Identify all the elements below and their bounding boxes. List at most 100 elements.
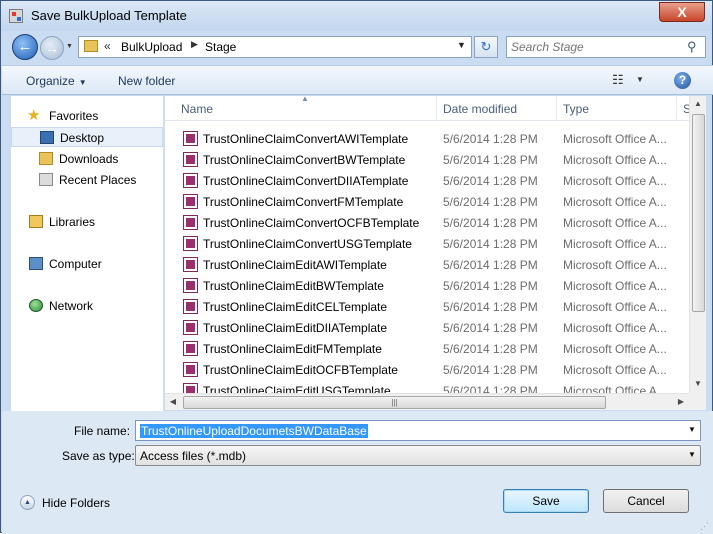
file-row[interactable]: TrustOnlineClaimConvertOCFBTemplate 5/6/… xyxy=(165,212,689,233)
access-file-icon xyxy=(183,278,198,293)
file-row[interactable]: TrustOnlineClaimConvertAWITemplate 5/6/2… xyxy=(165,128,689,149)
file-type: Microsoft Office A... xyxy=(563,363,667,377)
file-name: TrustOnlineClaimEditBWTemplate xyxy=(203,279,384,293)
file-name: TrustOnlineClaimConvertAWITemplate xyxy=(203,132,409,146)
file-row[interactable]: TrustOnlineClaimConvertUSGTemplate 5/6/2… xyxy=(165,233,689,254)
file-type: Microsoft Office A... xyxy=(563,237,667,251)
sidebar-item-desktop[interactable]: Desktop xyxy=(11,127,163,147)
file-type: Microsoft Office A... xyxy=(563,279,667,293)
file-row[interactable]: TrustOnlineClaimEditCELTemplate 5/6/2014… xyxy=(165,296,689,317)
file-row[interactable]: TrustOnlineClaimConvertFMTemplate 5/6/20… xyxy=(165,191,689,212)
breadcrumb-separator-icon[interactable]: ▶ xyxy=(191,39,198,50)
file-row[interactable]: TrustOnlineClaimEditAWITemplate 5/6/2014… xyxy=(165,254,689,275)
address-overflow-chevron[interactable]: « xyxy=(104,39,111,53)
access-file-icon xyxy=(183,320,198,335)
sidebar-item-recent-places[interactable]: Recent Places xyxy=(11,170,163,190)
column-divider[interactable] xyxy=(676,96,677,121)
app-icon xyxy=(9,9,23,23)
navigation-pane: ★ Favorites Desktop Downloads Recent Pla… xyxy=(11,96,164,411)
file-name-dropdown-icon[interactable]: ▼ xyxy=(688,425,696,434)
view-options-dropdown-icon[interactable]: ▼ xyxy=(636,75,644,84)
sidebar-item-label: Downloads xyxy=(59,152,119,166)
back-button[interactable]: ← xyxy=(12,34,38,60)
save-as-type-label: Save as type: xyxy=(62,449,135,463)
scroll-up-icon[interactable]: ▲ xyxy=(690,96,706,112)
file-date-modified: 5/6/2014 1:28 PM xyxy=(443,363,538,377)
file-row[interactable]: TrustOnlineClaimEditUSGTemplate 5/6/2014… xyxy=(165,380,689,393)
address-dropdown-icon[interactable]: ▼ xyxy=(457,40,466,50)
vertical-scrollbar[interactable]: ▲ ▼ xyxy=(689,96,706,393)
folder-icon xyxy=(84,40,98,52)
file-date-modified: 5/6/2014 1:28 PM xyxy=(443,279,538,293)
file-row[interactable]: TrustOnlineClaimEditDIIATemplate 5/6/201… xyxy=(165,317,689,338)
file-date-modified: 5/6/2014 1:28 PM xyxy=(443,237,538,251)
file-type: Microsoft Office A... xyxy=(563,300,667,314)
scrollbar-corner xyxy=(689,393,706,410)
save-dialog: Save BulkUpload Template X ← → ▼ « BulkU… xyxy=(0,0,713,534)
network-icon xyxy=(29,299,43,312)
scroll-right-icon[interactable]: ▶ xyxy=(673,394,689,410)
file-name: TrustOnlineClaimEditFMTemplate xyxy=(203,342,382,356)
search-icon[interactable]: ⚲ xyxy=(687,39,697,55)
recent-pages-dropdown-icon[interactable]: ▼ xyxy=(66,43,73,50)
column-divider[interactable] xyxy=(436,96,437,121)
forward-button[interactable]: → xyxy=(40,36,64,60)
access-file-icon xyxy=(183,194,198,209)
sidebar-item-downloads[interactable]: Downloads xyxy=(11,149,163,169)
column-header-name[interactable]: Name xyxy=(181,102,213,116)
column-divider[interactable] xyxy=(556,96,557,121)
file-name: TrustOnlineClaimEditUSGTemplate xyxy=(203,384,391,393)
file-row[interactable]: TrustOnlineClaimConvertBWTemplate 5/6/20… xyxy=(165,149,689,170)
save-button[interactable]: Save xyxy=(503,489,589,513)
search-box[interactable]: ⚲ xyxy=(506,36,706,58)
refresh-button[interactable]: ↻ xyxy=(474,36,498,58)
cancel-button[interactable]: Cancel xyxy=(603,489,689,513)
new-folder-button[interactable]: New folder xyxy=(118,74,175,88)
horizontal-scroll-thumb[interactable]: ||| xyxy=(183,396,606,409)
change-view-icon[interactable]: ☷ xyxy=(612,72,624,88)
file-row[interactable]: TrustOnlineClaimEditBWTemplate 5/6/2014 … xyxy=(165,275,689,296)
file-name: TrustOnlineClaimConvertFMTemplate xyxy=(203,195,404,209)
file-row[interactable]: TrustOnlineClaimEditOCFBTemplate 5/6/201… xyxy=(165,359,689,380)
save-as-type-dropdown-icon[interactable]: ▼ xyxy=(688,450,696,459)
horizontal-scrollbar[interactable]: ◀ ||| ▶ xyxy=(165,393,689,410)
help-icon[interactable]: ? xyxy=(674,72,691,89)
scroll-down-icon[interactable]: ▼ xyxy=(690,376,706,392)
save-as-type-select[interactable]: Access files (*.mdb) ▼ xyxy=(135,445,701,466)
sidebar-item-computer[interactable]: Computer xyxy=(11,254,163,274)
file-date-modified: 5/6/2014 1:28 PM xyxy=(443,384,538,393)
sidebar-item-label: Recent Places xyxy=(59,173,137,187)
desktop-icon xyxy=(40,131,54,144)
sidebar-item-favorites[interactable]: ★ Favorites xyxy=(11,106,163,126)
organize-button[interactable]: Organize ▼ xyxy=(26,74,87,88)
star-icon: ★ xyxy=(27,107,41,124)
access-file-icon xyxy=(183,152,198,167)
sidebar-item-label: Favorites xyxy=(49,109,99,123)
sidebar-item-libraries[interactable]: Libraries xyxy=(11,212,163,232)
breadcrumb-bulkupload[interactable]: BulkUpload xyxy=(121,40,182,54)
window-title: Save BulkUpload Template xyxy=(31,8,187,23)
file-name-field[interactable]: TrustOnlineUploadDocumetsBWDataBase ▼ xyxy=(135,420,701,441)
resize-grip-icon[interactable]: ⋰ xyxy=(700,521,709,532)
file-name: TrustOnlineClaimEditAWITemplate xyxy=(203,258,387,272)
file-date-modified: 5/6/2014 1:28 PM xyxy=(443,153,538,167)
address-bar[interactable]: « BulkUpload ▶ Stage ▼ xyxy=(78,36,472,58)
sidebar-item-network[interactable]: Network xyxy=(11,296,163,316)
file-name: TrustOnlineClaimConvertOCFBTemplate xyxy=(203,216,420,230)
save-as-type-value: Access files (*.mdb) xyxy=(140,449,247,463)
scroll-left-icon[interactable]: ◀ xyxy=(165,394,181,410)
close-button[interactable]: X xyxy=(659,2,705,22)
organize-dropdown-icon: ▼ xyxy=(78,78,87,87)
access-file-icon xyxy=(183,299,198,314)
column-header-type[interactable]: Type xyxy=(563,102,589,116)
file-name-value[interactable]: TrustOnlineUploadDocumetsBWDataBase xyxy=(140,424,368,438)
computer-icon xyxy=(29,257,43,270)
vertical-scroll-thumb[interactable] xyxy=(692,114,705,312)
file-row[interactable]: TrustOnlineClaimEditFMTemplate 5/6/2014 … xyxy=(165,338,689,359)
file-type: Microsoft Office A... xyxy=(563,342,667,356)
column-header-date-modified[interactable]: Date modified xyxy=(443,102,517,116)
chevron-up-icon: ▲ xyxy=(20,495,35,510)
search-input[interactable] xyxy=(511,39,681,55)
file-row[interactable]: TrustOnlineClaimConvertDIIATemplate 5/6/… xyxy=(165,170,689,191)
breadcrumb-stage[interactable]: Stage xyxy=(205,40,236,54)
